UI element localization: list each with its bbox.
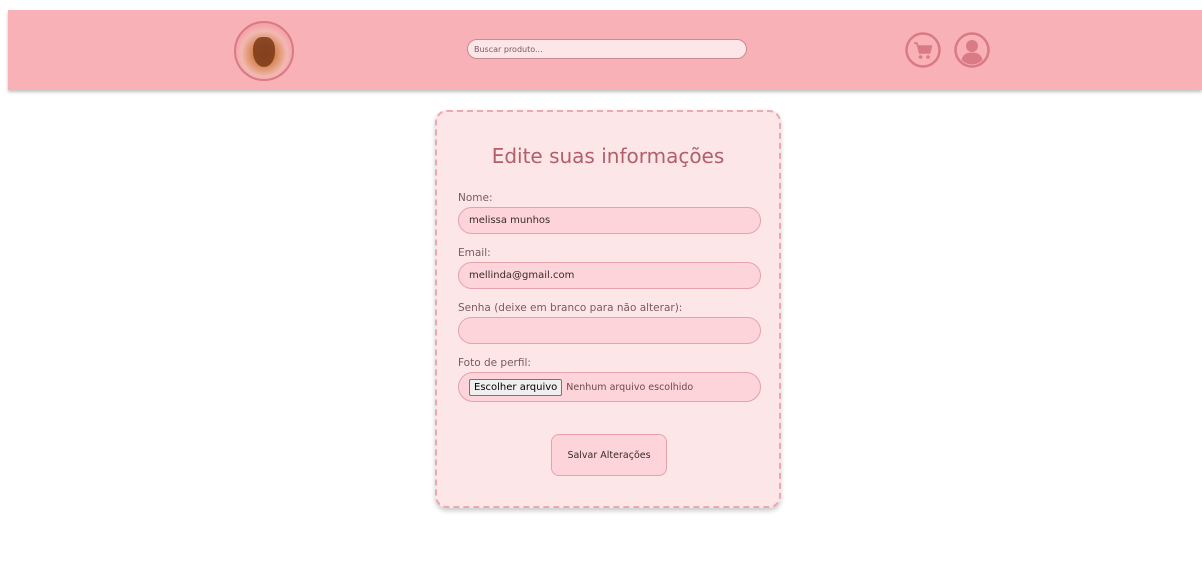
user-icon[interactable] <box>954 32 990 68</box>
name-label: Nome: <box>458 192 493 204</box>
cart-icon[interactable] <box>905 32 941 68</box>
ice-cream-logo[interactable] <box>234 21 294 81</box>
save-changes-button[interactable]: Salvar Alterações <box>551 434 667 476</box>
password-field[interactable] <box>458 317 761 344</box>
password-label: Senha (deixe em branco para não alterar)… <box>458 302 683 314</box>
photo-file-input[interactable]: Escolher arquivo Nenhum arquivo escolhid… <box>458 372 761 402</box>
photo-label: Foto de perfil: <box>458 357 531 369</box>
edit-profile-card: Edite suas informações Nome: Email: Senh… <box>435 110 781 508</box>
file-status-text: Nenhum arquivo escolhido <box>566 381 694 393</box>
top-header <box>8 10 1202 90</box>
email-label: Email: <box>458 247 491 259</box>
choose-file-button[interactable]: Escolher arquivo <box>469 378 563 396</box>
form-title: Edite suas informações <box>491 144 725 168</box>
email-field[interactable] <box>458 262 761 289</box>
name-field[interactable] <box>458 207 761 234</box>
search-input[interactable] <box>467 39 747 59</box>
